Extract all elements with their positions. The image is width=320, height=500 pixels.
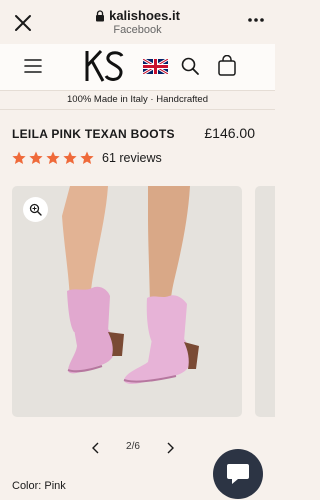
site-header	[0, 44, 275, 90]
url-text: kalishoes.it	[109, 8, 180, 23]
chat-icon	[227, 464, 249, 484]
reviews-count: 61 reviews	[102, 151, 162, 165]
chevron-right-icon[interactable]	[162, 441, 178, 455]
lock-icon	[96, 9, 105, 21]
product-price: £146.00	[204, 125, 255, 141]
star-icon	[29, 151, 43, 164]
product-title: LEILA PINK TEXAN BOOTS	[12, 127, 175, 141]
menu-icon[interactable]	[24, 58, 42, 74]
browser-bar: kalishoes.it Facebook	[0, 0, 275, 44]
rating[interactable]: 61 reviews	[12, 151, 162, 165]
more-icon[interactable]	[247, 16, 265, 24]
cart-icon[interactable]	[217, 55, 237, 77]
color-label: Color: Pink	[12, 480, 66, 492]
star-icon	[63, 151, 77, 164]
chat-button[interactable]	[213, 449, 263, 499]
gallery-counter: 2/6	[126, 441, 140, 452]
next-image-peek[interactable]	[255, 186, 275, 417]
star-icon	[12, 151, 26, 164]
search-icon[interactable]	[180, 56, 200, 76]
url-source: Facebook	[113, 24, 162, 36]
chevron-left-icon[interactable]	[88, 441, 104, 455]
zoom-button[interactable]	[23, 197, 48, 222]
uk-flag-icon[interactable]	[143, 59, 168, 74]
url-block[interactable]: kalishoes.it Facebook	[60, 8, 215, 36]
announcement-bar: 100% Made in Italy · Handcrafted	[0, 90, 275, 110]
star-icon	[80, 151, 94, 164]
star-icon	[46, 151, 60, 164]
zoom-icon	[29, 203, 42, 216]
product-image[interactable]	[12, 186, 242, 417]
logo[interactable]	[84, 48, 126, 84]
boots-photo	[62, 186, 199, 384]
close-icon[interactable]	[14, 14, 32, 32]
